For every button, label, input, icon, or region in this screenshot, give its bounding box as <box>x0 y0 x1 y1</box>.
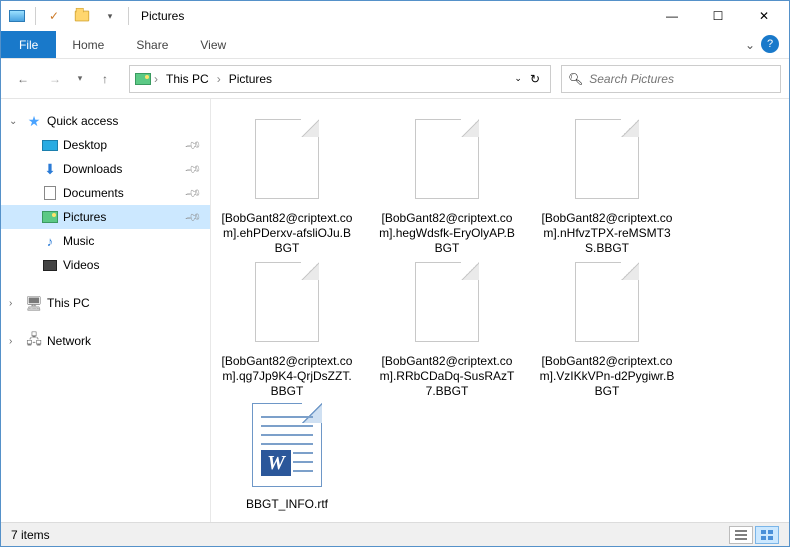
address-dropdown-icon[interactable]: ⌄ <box>514 73 522 84</box>
rtf-file-icon: W <box>250 401 324 491</box>
file-tab[interactable]: File <box>1 31 56 58</box>
ribbon-tabs: File Home Share View ⌄ ? <box>1 31 789 59</box>
file-item[interactable]: [BobGant82@criptext.com].nHfvzTPX-reMSMT… <box>539 115 675 256</box>
generic-file-icon <box>570 115 644 205</box>
sidebar-item-documents[interactable]: Documents 📌︎ <box>1 181 210 205</box>
separator <box>128 7 129 25</box>
file-list: [BobGant82@criptext.com].ehPDerxv-afsliO… <box>211 99 789 522</box>
sidebar-item-label: Downloads <box>63 162 122 176</box>
file-label: [BobGant82@criptext.com].hegWdsfk-EryOly… <box>379 211 515 256</box>
generic-file-icon <box>410 258 484 348</box>
file-item[interactable]: W BBGT_INFO.rtf <box>219 401 355 512</box>
minimize-button[interactable]: — <box>649 1 695 31</box>
forward-button[interactable]: → <box>41 65 69 93</box>
pc-icon: 🖥︎ <box>25 295 43 311</box>
titlebar: ✓ ▾ Pictures — ☐ ✕ <box>1 1 789 31</box>
sidebar-item-label: Music <box>63 234 94 248</box>
pin-icon: 📌︎ <box>184 160 203 179</box>
quick-access[interactable]: ⌄ ★ Quick access <box>1 109 210 133</box>
downloads-icon: ⬇ <box>41 161 59 177</box>
ribbon-expand-icon[interactable]: ⌄ <box>745 38 755 52</box>
generic-file-icon <box>410 115 484 205</box>
home-tab[interactable]: Home <box>56 31 120 58</box>
music-icon: ♪ <box>41 233 59 249</box>
file-label: [BobGant82@criptext.com].RRbCDaDq-SusRAz… <box>379 354 515 399</box>
sidebar-item-label: Videos <box>63 258 99 272</box>
sidebar-item-label: This PC <box>47 296 90 310</box>
file-item[interactable]: [BobGant82@criptext.com].VzIKkVPn-d2Pygi… <box>539 258 675 399</box>
back-button[interactable]: ← <box>9 65 37 93</box>
sidebar-item-videos[interactable]: Videos <box>1 253 210 277</box>
desktop-icon <box>41 137 59 153</box>
refresh-icon[interactable]: ↻ <box>530 72 540 86</box>
file-label: [BobGant82@criptext.com].ehPDerxv-afsliO… <box>219 211 355 256</box>
item-count: 7 items <box>11 528 50 542</box>
separator <box>35 7 36 25</box>
help-icon[interactable]: ? <box>761 35 779 53</box>
network-icon: 🖧︎ <box>25 333 43 349</box>
address-bar[interactable]: › This PC › Pictures ⌄ ↻ <box>129 65 551 93</box>
file-label: BBGT_INFO.rtf <box>246 497 328 512</box>
file-label: [BobGant82@criptext.com].nHfvzTPX-reMSMT… <box>539 211 675 256</box>
sidebar-item-label: Pictures <box>63 210 106 224</box>
generic-file-icon <box>250 115 324 205</box>
view-tab[interactable]: View <box>184 31 242 58</box>
breadcrumb-pictures[interactable]: Pictures <box>223 66 278 92</box>
file-label: [BobGant82@criptext.com].VzIKkVPn-d2Pygi… <box>539 354 675 399</box>
window-title: Pictures <box>141 9 184 23</box>
qat-properties-icon[interactable]: ✓ <box>42 4 66 28</box>
sidebar-item-downloads[interactable]: ⬇ Downloads 📌︎ <box>1 157 210 181</box>
thumbnails-view-icon <box>760 529 774 541</box>
file-item[interactable]: [BobGant82@criptext.com].RRbCDaDq-SusRAz… <box>379 258 515 399</box>
app-icon <box>5 4 29 28</box>
breadcrumb-thispc[interactable]: This PC <box>160 66 215 92</box>
pictures-icon <box>134 71 152 87</box>
chevron-down-icon[interactable]: ⌄ <box>9 116 21 127</box>
file-label: [BobGant82@criptext.com].qg7Jp9K4-QrjDsZ… <box>219 354 355 399</box>
close-button[interactable]: ✕ <box>741 1 787 31</box>
chevron-right-icon[interactable]: › <box>9 298 21 309</box>
pin-icon: 📌︎ <box>184 184 203 203</box>
sidebar-item-label: Network <box>47 334 91 348</box>
search-input[interactable] <box>589 72 774 86</box>
chevron-right-icon[interactable]: › <box>152 72 160 86</box>
status-bar: 7 items <box>1 522 789 546</box>
star-icon: ★ <box>25 113 43 129</box>
generic-file-icon <box>250 258 324 348</box>
navigation-pane: ⌄ ★ Quick access Desktop 📌︎ ⬇ Downloads … <box>1 99 211 522</box>
sidebar-item-pictures[interactable]: Pictures 📌︎ <box>1 205 210 229</box>
file-item[interactable]: [BobGant82@criptext.com].qg7Jp9K4-QrjDsZ… <box>219 258 355 399</box>
file-item[interactable]: [BobGant82@criptext.com].hegWdsfk-EryOly… <box>379 115 515 256</box>
chevron-right-icon[interactable]: › <box>9 336 21 347</box>
details-view-icon <box>734 529 748 541</box>
qat-dropdown-icon[interactable]: ▾ <box>98 4 122 28</box>
pin-icon: 📌︎ <box>184 208 203 227</box>
pin-icon: 📌︎ <box>184 136 203 155</box>
sidebar-item-label: Documents <box>63 186 124 200</box>
videos-icon <box>41 257 59 273</box>
sidebar-item-music[interactable]: ♪ Music <box>1 229 210 253</box>
sidebar-item-thispc[interactable]: › 🖥︎ This PC <box>1 291 210 315</box>
sidebar-item-desktop[interactable]: Desktop 📌︎ <box>1 133 210 157</box>
search-icon: 🔍︎ <box>568 72 583 86</box>
navigation-bar: ← → ▾ ↑ › This PC › Pictures ⌄ ↻ 🔍︎ <box>1 59 789 99</box>
thumbnails-view-button[interactable] <box>755 526 779 544</box>
qat-newfolder-icon[interactable] <box>70 4 94 28</box>
search-box[interactable]: 🔍︎ <box>561 65 781 93</box>
details-view-button[interactable] <box>729 526 753 544</box>
recent-dropdown-icon[interactable]: ▾ <box>73 65 87 93</box>
maximize-button[interactable]: ☐ <box>695 1 741 31</box>
quick-access-label: Quick access <box>47 114 118 128</box>
documents-icon <box>41 185 59 201</box>
chevron-right-icon[interactable]: › <box>215 72 223 86</box>
sidebar-item-network[interactable]: › 🖧︎ Network <box>1 329 210 353</box>
up-button[interactable]: ↑ <box>91 65 119 93</box>
file-item[interactable]: [BobGant82@criptext.com].ehPDerxv-afsliO… <box>219 115 355 256</box>
sidebar-item-label: Desktop <box>63 138 107 152</box>
generic-file-icon <box>570 258 644 348</box>
pictures-icon <box>41 209 59 225</box>
share-tab[interactable]: Share <box>120 31 184 58</box>
